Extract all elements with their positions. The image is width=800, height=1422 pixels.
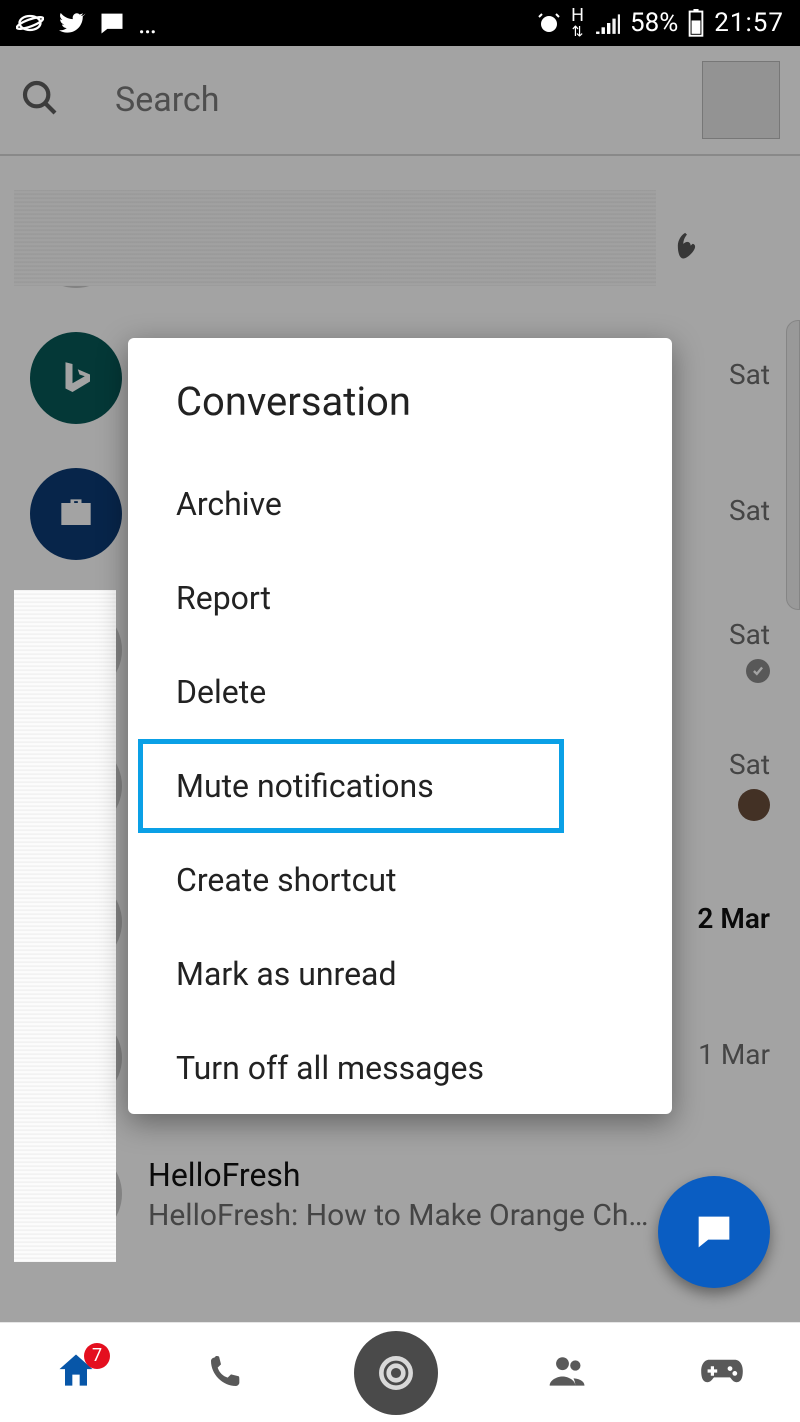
data-icon: H ⇅ [571,7,584,39]
dialog-item-archive[interactable]: Archive [128,457,672,551]
message-icon [691,1209,737,1255]
signal-icon [594,12,620,34]
nav-home[interactable]: 7 [54,1349,98,1397]
chat-bubble-icon [98,9,126,37]
nav-people[interactable] [546,1349,590,1397]
clock-text: 21:57 [714,8,784,38]
dialog-item-create-shortcut[interactable]: Create shortcut [128,833,672,927]
bottom-nav: 7 [0,1322,800,1422]
nav-camera[interactable] [354,1331,438,1415]
nav-games[interactable] [698,1353,746,1393]
dialog-item-mute-notifications[interactable]: Mute notifications [138,739,564,833]
twitter-icon [56,8,86,38]
nav-calls[interactable] [206,1351,246,1395]
dialog-item-mark-unread[interactable]: Mark as unread [128,927,672,1021]
more-icon: … [138,7,157,40]
status-bar: … H ⇅ 58% 21:57 [0,0,800,46]
dialog-title: Conversation [128,378,672,457]
dialog-item-delete[interactable]: Delete [128,645,672,739]
camera-icon [374,1351,418,1395]
battery-icon [688,9,704,37]
redacted-region [14,590,116,1262]
battery-percent: 58% [630,8,678,38]
new-message-fab[interactable] [658,1176,770,1288]
conversation-dialog: Conversation Archive Report Delete Mute … [128,338,672,1114]
dialog-item-report[interactable]: Report [128,551,672,645]
alarm-icon [537,11,561,35]
dialog-item-turn-off-messages[interactable]: Turn off all messages [128,1021,672,1115]
planet-icon [16,9,44,37]
nav-home-badge: 7 [84,1343,110,1369]
